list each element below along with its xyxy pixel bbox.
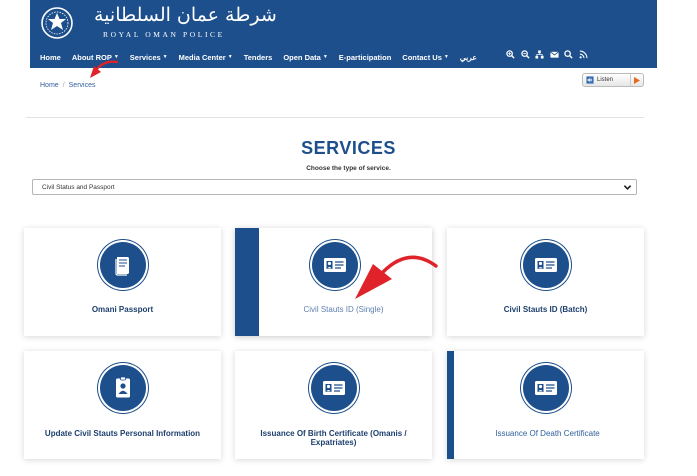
brand-arabic: شرطة عمان السلطانية <box>94 4 277 26</box>
rss-icon[interactable] <box>579 50 588 59</box>
id-card-icon <box>522 365 569 411</box>
nav-contact-us[interactable]: Contact Us ▼ <box>402 53 449 62</box>
nav-home-label: Home <box>40 52 61 62</box>
nav-e-participation-label: E-participation <box>338 52 392 62</box>
service-type-selected-value: Civil Status and Passport <box>42 183 115 191</box>
service-card-update-personal-information[interactable]: Update Civil Stauts Personal Information <box>24 351 221 459</box>
breadcrumb-current[interactable]: Services <box>69 82 96 89</box>
nav-media-center[interactable]: Media Center ▼ <box>179 53 233 62</box>
nav-contact-us-label: Contact Us <box>402 52 442 62</box>
nav-tools <box>506 50 593 59</box>
id-card-icon <box>522 242 569 288</box>
caret-down-icon: ▼ <box>443 54 449 60</box>
service-type-select[interactable]: Civil Status and Passport <box>32 179 637 195</box>
card-title: Issuance Of Birth Certificate (Omanis / … <box>260 429 407 447</box>
service-card-death-certificate[interactable]: Issuance Of Death Certificate <box>447 351 644 459</box>
nav-media-center-label: Media Center <box>178 52 226 62</box>
speaker-icon <box>586 76 594 84</box>
card-title: Omani Passport <box>91 305 154 314</box>
breadcrumb: Home / Services <box>40 82 95 89</box>
breadcrumb-separator: / <box>62 82 65 89</box>
zoom-out-icon[interactable] <box>520 50 530 59</box>
page-title: SERVICES <box>301 138 396 158</box>
nav-tenders[interactable]: Tenders <box>244 53 273 62</box>
service-card-birth-certificate[interactable]: Issuance Of Birth Certificate (Omanis / … <box>235 351 432 459</box>
sitemap-icon[interactable] <box>535 50 544 59</box>
page-subtitle: Choose the type of service. <box>306 165 391 172</box>
card-title: Civil Stauts ID (Single) <box>303 305 384 314</box>
listen-label: Listen <box>597 77 614 83</box>
nav-e-participation[interactable]: E-participation <box>339 53 392 62</box>
nav-services-label: Services <box>129 52 161 62</box>
person-badge-icon <box>99 365 146 411</box>
search-icon[interactable] <box>564 50 573 59</box>
rop-emblem-icon[interactable] <box>40 6 74 40</box>
passport-icon <box>99 242 146 288</box>
caret-down-icon: ▼ <box>322 54 328 60</box>
nav-open-data-label: Open Data <box>283 52 321 62</box>
annotation-arrow-card-icon <box>355 255 438 299</box>
nav-arabic-language[interactable]: عربي <box>460 53 477 62</box>
site-header: شرطة عمان السلطانية ROYAL OMAN POLICE Ho… <box>30 0 657 68</box>
active-indicator <box>235 228 259 336</box>
breadcrumb-home[interactable]: Home <box>40 82 59 89</box>
mail-icon[interactable] <box>549 50 559 59</box>
nav-arabic-label: عربي <box>459 52 477 62</box>
service-card-omani-passport[interactable]: Omani Passport <box>24 228 221 336</box>
chevron-down-icon <box>623 185 632 190</box>
nav-home[interactable]: Home <box>40 53 61 62</box>
divider <box>26 117 644 118</box>
caret-down-icon: ▼ <box>162 54 168 60</box>
nav-open-data[interactable]: Open Data ▼ <box>283 53 327 62</box>
hover-indicator <box>447 351 454 459</box>
caret-down-icon: ▼ <box>227 54 233 60</box>
card-title: Civil Stauts ID (Batch) <box>503 305 588 314</box>
card-title: Issuance Of Death Certificate <box>495 429 600 438</box>
play-icon <box>630 74 643 86</box>
listen-button[interactable]: Listen <box>582 73 644 87</box>
id-card-icon <box>310 365 357 411</box>
nav-services[interactable]: Services ▼ <box>130 53 168 62</box>
annotation-arrow-breadcrumb-icon <box>90 60 119 78</box>
card-title: Update Civil Stauts Personal Information <box>44 429 201 438</box>
brand-english: ROYAL OMAN POLICE <box>103 30 225 39</box>
nav-tenders-label: Tenders <box>243 52 273 62</box>
service-card-civil-status-id-batch[interactable]: Civil Stauts ID (Batch) <box>447 228 644 336</box>
zoom-in-icon[interactable] <box>506 50 515 59</box>
